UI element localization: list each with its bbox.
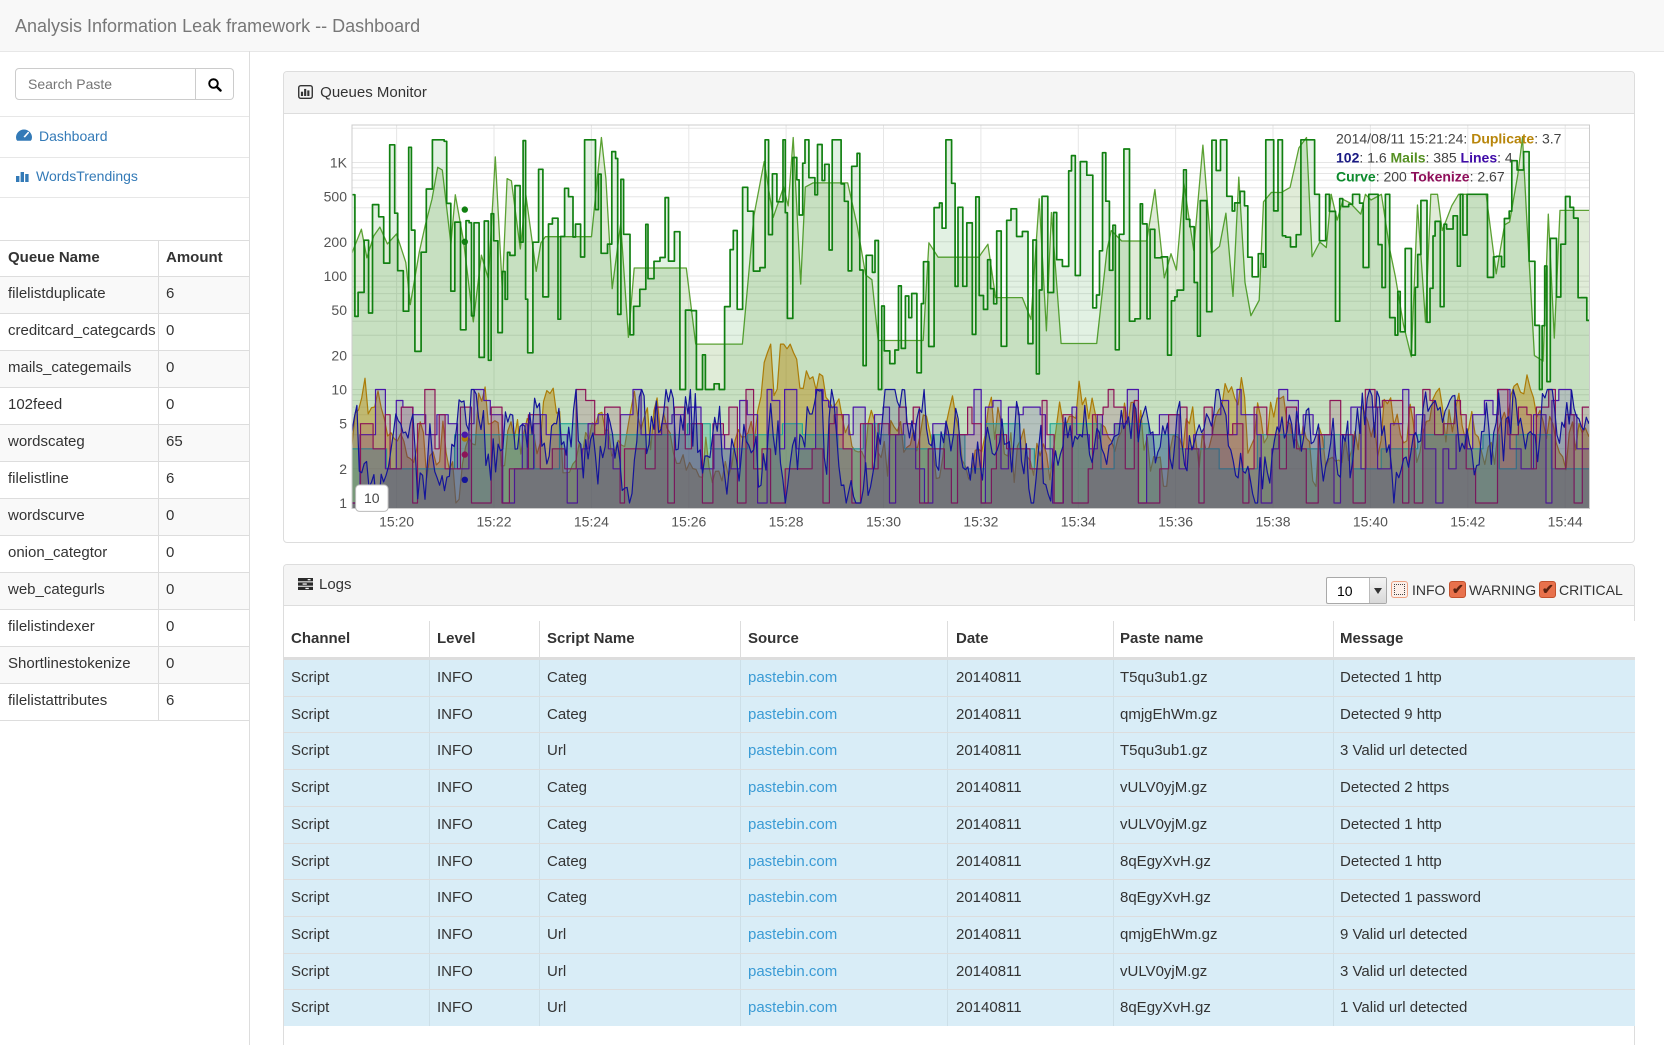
svg-text:1: 1 [339, 495, 347, 511]
svg-text:15:20: 15:20 [379, 514, 414, 530]
svg-text:15:26: 15:26 [671, 514, 706, 530]
svg-text:1K: 1K [330, 155, 348, 171]
svg-text:15:34: 15:34 [1061, 514, 1096, 530]
svg-text:15:32: 15:32 [963, 514, 998, 530]
svg-text:200: 200 [324, 234, 348, 250]
svg-text:10: 10 [364, 490, 380, 506]
svg-text:15:22: 15:22 [476, 514, 511, 530]
svg-text:15:42: 15:42 [1450, 514, 1485, 530]
svg-text:5: 5 [339, 416, 347, 432]
svg-text:2: 2 [339, 461, 347, 477]
svg-text:102: 1.6 Mails: 385 Lines: 4: 102: 1.6 Mails: 385 Lines: 4 [1336, 150, 1513, 166]
svg-text:20: 20 [331, 347, 347, 363]
svg-text:15:28: 15:28 [769, 514, 804, 530]
svg-text:15:24: 15:24 [574, 514, 609, 530]
svg-text:100: 100 [324, 268, 348, 284]
svg-text:500: 500 [324, 189, 348, 205]
svg-text:2014/08/11 15:21:24: Duplicate: 2014/08/11 15:21:24: Duplicate: 3.7 [1336, 131, 1562, 147]
svg-text:Curve: 200 Tokenize: 2.67: Curve: 200 Tokenize: 2.67 [1336, 169, 1505, 185]
svg-text:15:30: 15:30 [866, 514, 901, 530]
svg-text:15:38: 15:38 [1255, 514, 1290, 530]
svg-text:15:44: 15:44 [1548, 514, 1583, 530]
svg-text:15:40: 15:40 [1353, 514, 1388, 530]
svg-text:15:36: 15:36 [1158, 514, 1193, 530]
svg-text:10: 10 [331, 382, 347, 398]
svg-text:50: 50 [331, 302, 347, 318]
